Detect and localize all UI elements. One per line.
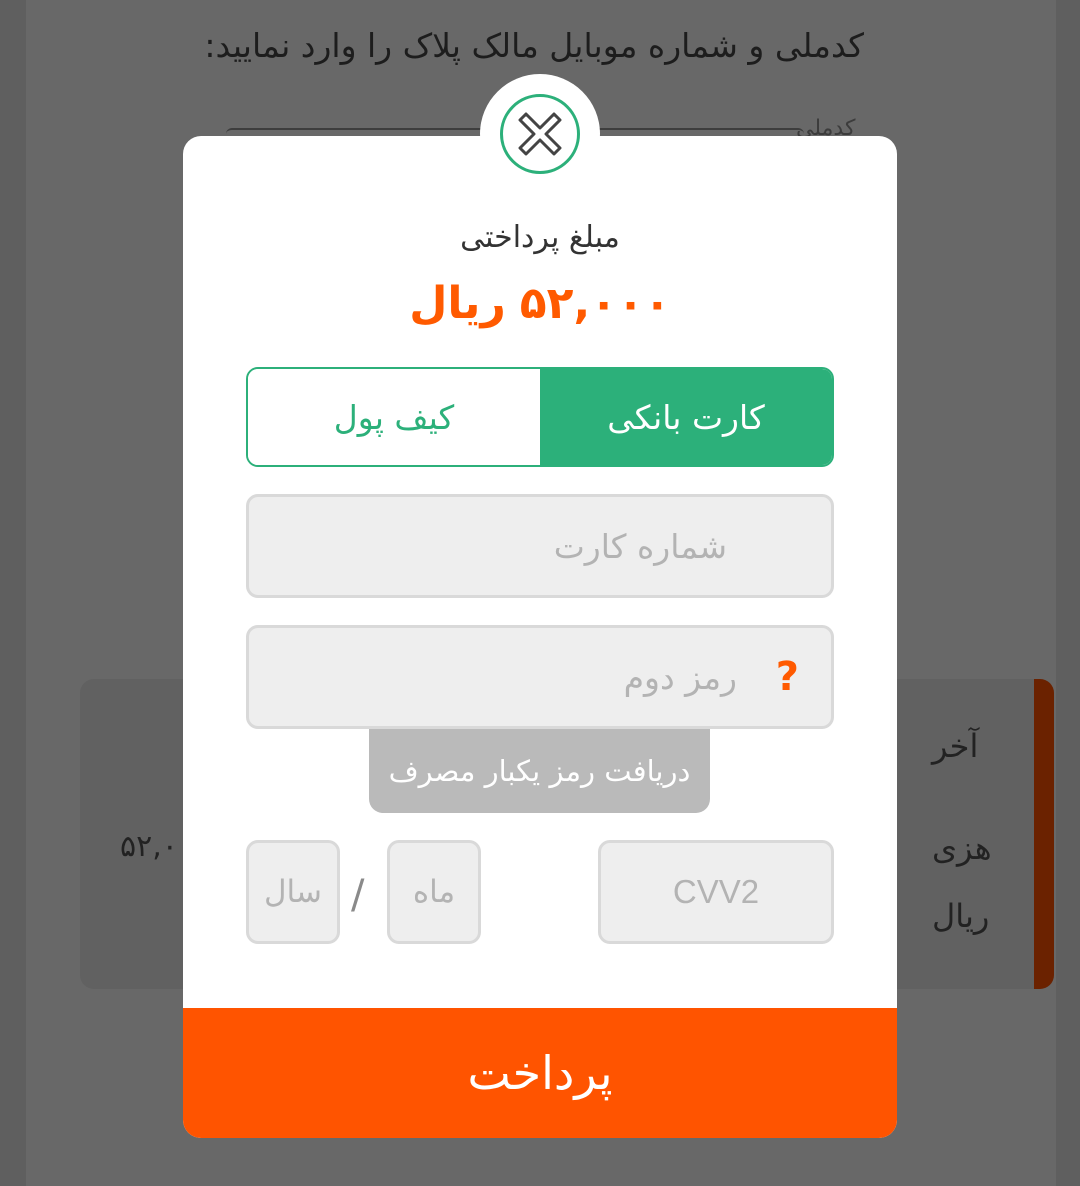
amount-currency: ریال bbox=[409, 278, 506, 329]
background-instruction: کدملی و شماره موبایل مالک پلاک را وارد ن… bbox=[204, 26, 864, 65]
cvv2-input[interactable] bbox=[601, 843, 831, 941]
payment-method-tabs: کیف پول کارت بانکی bbox=[246, 367, 834, 467]
pay-button[interactable]: پرداخت bbox=[183, 1008, 897, 1138]
bill-card-line-3: ریال bbox=[932, 897, 990, 935]
expiry-year-input[interactable] bbox=[249, 843, 337, 941]
tab-wallet[interactable]: کیف پول bbox=[248, 369, 540, 465]
amount-value: ۵۲,۰۰۰ ریال bbox=[183, 278, 897, 329]
help-icon[interactable]: ? bbox=[776, 654, 799, 700]
bill-card-line-2: هزی bbox=[932, 829, 992, 867]
get-otp-button[interactable]: دریافت رمز یکبار مصرف bbox=[369, 729, 710, 813]
card-number-field bbox=[246, 494, 834, 598]
bill-card-line-1: آخر bbox=[932, 727, 979, 765]
close-icon-ring bbox=[500, 94, 580, 174]
second-pin-input[interactable] bbox=[249, 628, 831, 726]
date-separator: / bbox=[351, 872, 365, 918]
tab-bank-card[interactable]: کارت بانکی bbox=[540, 369, 832, 465]
expiry-month-input[interactable] bbox=[390, 843, 478, 941]
cvv2-field bbox=[598, 840, 834, 944]
second-pin-field: ? bbox=[246, 625, 834, 729]
payment-modal: مبلغ پرداختی ۵۲,۰۰۰ ریال کیف پول کارت بان… bbox=[183, 136, 897, 1138]
card-number-input[interactable] bbox=[249, 497, 831, 595]
expiry-month-field bbox=[387, 840, 481, 944]
close-button[interactable] bbox=[480, 74, 600, 194]
close-icon bbox=[518, 112, 562, 156]
amount-label: مبلغ پرداختی bbox=[460, 220, 620, 255]
bill-card-accent bbox=[1034, 679, 1054, 989]
expiry-year-field bbox=[246, 840, 340, 944]
amount-number: ۵۲,۰۰۰ bbox=[519, 278, 671, 329]
